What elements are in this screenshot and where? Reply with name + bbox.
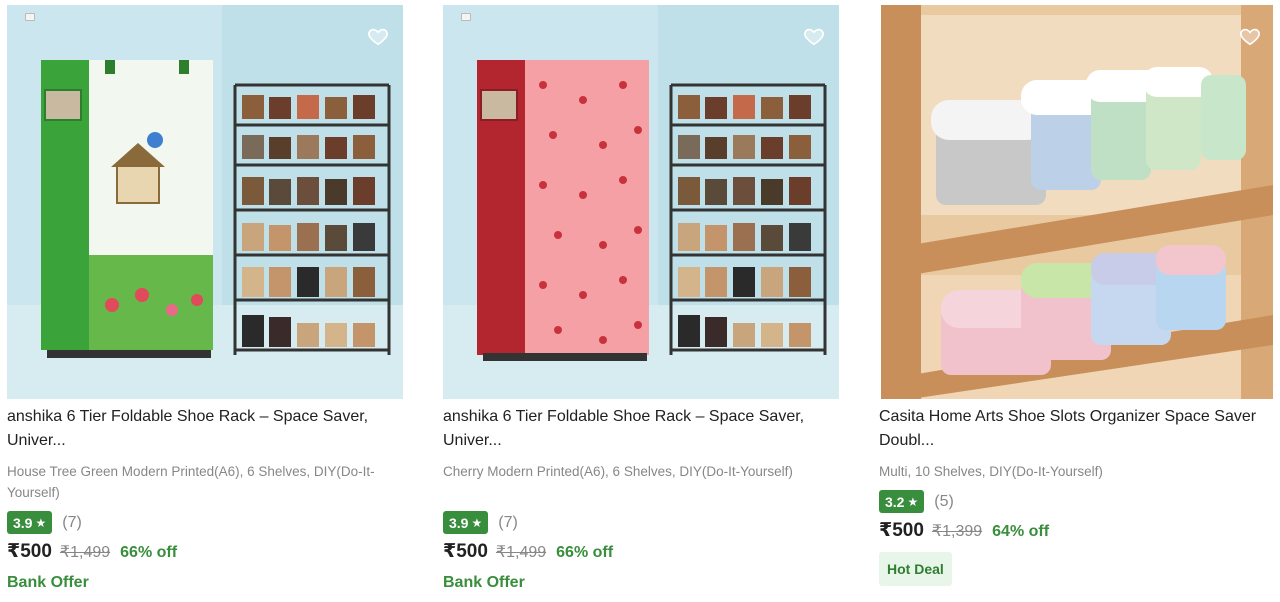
discount-label: 66% off bbox=[120, 544, 178, 561]
original-price: ₹1,499 bbox=[495, 544, 547, 561]
selling-price: ₹500 bbox=[443, 541, 488, 562]
rating-value: 3.9 bbox=[13, 514, 33, 531]
product-title[interactable]: Casita Home Arts Shoe Slots Organizer Sp… bbox=[879, 405, 1271, 453]
product-title[interactable]: anshika 6 Tier Foldable Shoe Rack – Spac… bbox=[7, 405, 399, 453]
rating-count: (5) bbox=[934, 492, 954, 510]
star-icon: ★ bbox=[471, 515, 483, 530]
rating-badge: 3.9 ★ bbox=[443, 511, 489, 534]
original-price: ₹1,399 bbox=[931, 523, 983, 540]
wardrobe-illustration bbox=[477, 60, 649, 361]
bank-offer-label: Bank Offer bbox=[7, 574, 89, 591]
star-icon: ★ bbox=[907, 494, 919, 509]
discount-label: 66% off bbox=[556, 544, 614, 561]
star-icon: ★ bbox=[35, 515, 47, 530]
product-card[interactable]: Casita Home Arts Shoe Slots Organizer Sp… bbox=[879, 0, 1275, 602]
original-price: ₹1,499 bbox=[59, 544, 111, 561]
product-title[interactable]: anshika 6 Tier Foldable Shoe Rack – Spac… bbox=[443, 405, 835, 453]
wishlist-heart-icon[interactable] bbox=[1239, 25, 1261, 47]
rating-badge: 3.2 ★ bbox=[879, 490, 925, 513]
price-row: ₹500 ₹1,399 64% off bbox=[879, 519, 1049, 542]
rating-value: 3.2 bbox=[885, 493, 905, 510]
hot-deal-badge: Hot Deal bbox=[879, 552, 952, 586]
wishlist-heart-icon[interactable] bbox=[367, 25, 389, 47]
selling-price: ₹500 bbox=[7, 541, 52, 562]
price-row: ₹500 ₹1,499 66% off bbox=[7, 540, 177, 563]
product-variant: Cherry Modern Printed(A6), 6 Shelves, DI… bbox=[443, 464, 793, 479]
rating-row: 3.2 ★ (5) bbox=[879, 490, 954, 513]
discount-label: 64% off bbox=[992, 523, 1050, 540]
selling-price: ₹500 bbox=[879, 520, 924, 541]
bank-offer-label: Bank Offer bbox=[443, 574, 525, 591]
rating-row: 3.9 ★ (7) bbox=[7, 511, 82, 534]
product-card[interactable]: anshika 6 Tier Foldable Shoe Rack – Spac… bbox=[443, 0, 839, 602]
rating-value: 3.9 bbox=[449, 514, 469, 531]
rating-count: (7) bbox=[62, 513, 82, 531]
product-image[interactable] bbox=[443, 5, 839, 399]
rating-count: (7) bbox=[498, 513, 518, 531]
product-image[interactable] bbox=[879, 5, 1275, 399]
product-card[interactable]: anshika 6 Tier Foldable Shoe Rack – Spac… bbox=[7, 0, 403, 602]
wardrobe-illustration bbox=[41, 60, 213, 358]
image-badge-icon bbox=[25, 13, 35, 21]
wishlist-heart-icon[interactable] bbox=[803, 25, 825, 47]
rating-badge: 3.9 ★ bbox=[7, 511, 53, 534]
product-variant: Multi, 10 Shelves, DIY(Do-It-Yourself) bbox=[879, 464, 1103, 479]
price-row: ₹500 ₹1,499 66% off bbox=[443, 540, 613, 563]
product-image[interactable] bbox=[7, 5, 403, 399]
product-variant: House Tree Green Modern Printed(A6), 6 S… bbox=[7, 464, 375, 500]
image-badge-icon bbox=[461, 13, 471, 21]
rating-row: 3.9 ★ (7) bbox=[443, 511, 518, 534]
